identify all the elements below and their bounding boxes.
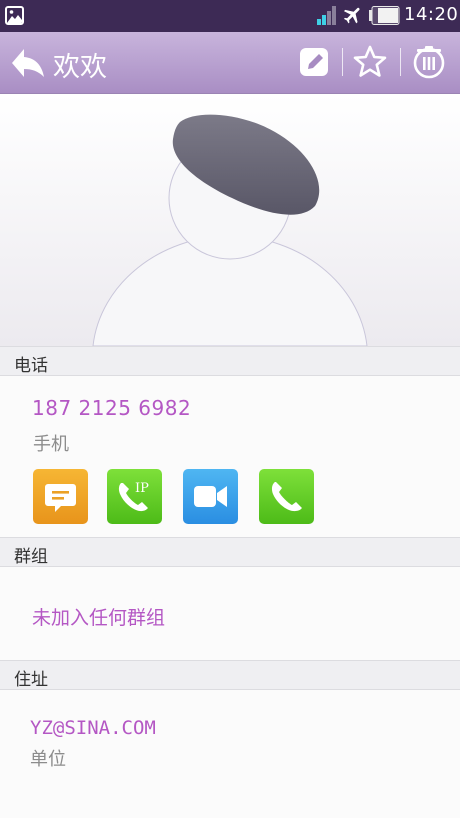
airplane-mode-icon bbox=[343, 7, 360, 24]
video-call-button[interactable] bbox=[183, 469, 238, 524]
gallery-icon bbox=[5, 6, 24, 25]
status-bar: 14:20 bbox=[0, 0, 460, 32]
back-arrow-icon[interactable] bbox=[10, 46, 46, 80]
section-title-phone: 电话 bbox=[14, 356, 48, 376]
default-avatar-icon bbox=[92, 114, 368, 346]
toolbar-divider bbox=[342, 48, 343, 76]
phone-number[interactable]: 187 2125 6982 bbox=[32, 396, 191, 420]
message-icon bbox=[45, 484, 76, 512]
signal-icon bbox=[317, 6, 336, 25]
phone-call-button[interactable] bbox=[259, 469, 314, 524]
groups-value[interactable]: 未加入任何群组 bbox=[32, 603, 165, 630]
section-header-groups: 群组 bbox=[0, 537, 460, 567]
address-type-label: 单位 bbox=[30, 749, 66, 770]
ip-call-icon: IP bbox=[118, 481, 149, 512]
page-title: 欢欢 bbox=[53, 52, 107, 83]
send-message-button[interactable] bbox=[33, 469, 88, 524]
status-time: 14:20 bbox=[404, 4, 459, 25]
section-header-address: 住址 bbox=[0, 660, 460, 690]
section-title-address: 住址 bbox=[14, 670, 48, 690]
contact-photo[interactable] bbox=[0, 94, 460, 346]
app-bar: 欢欢 bbox=[0, 32, 460, 94]
address-value[interactable]: YZ@SINA.COM bbox=[30, 717, 156, 739]
ip-call-button[interactable]: IP bbox=[107, 469, 162, 524]
star-icon[interactable] bbox=[352, 44, 388, 80]
phone-type-label: 手机 bbox=[33, 434, 69, 455]
section-title-groups: 群组 bbox=[14, 547, 48, 567]
svg-text:IP: IP bbox=[135, 481, 149, 496]
phone-call-icon bbox=[271, 482, 302, 512]
toolbar-divider bbox=[400, 48, 401, 76]
video-call-icon bbox=[194, 486, 227, 507]
edit-icon[interactable] bbox=[297, 44, 333, 80]
battery-icon bbox=[369, 6, 400, 25]
delete-icon[interactable] bbox=[411, 44, 447, 80]
section-header-phone: 电话 bbox=[0, 346, 460, 376]
